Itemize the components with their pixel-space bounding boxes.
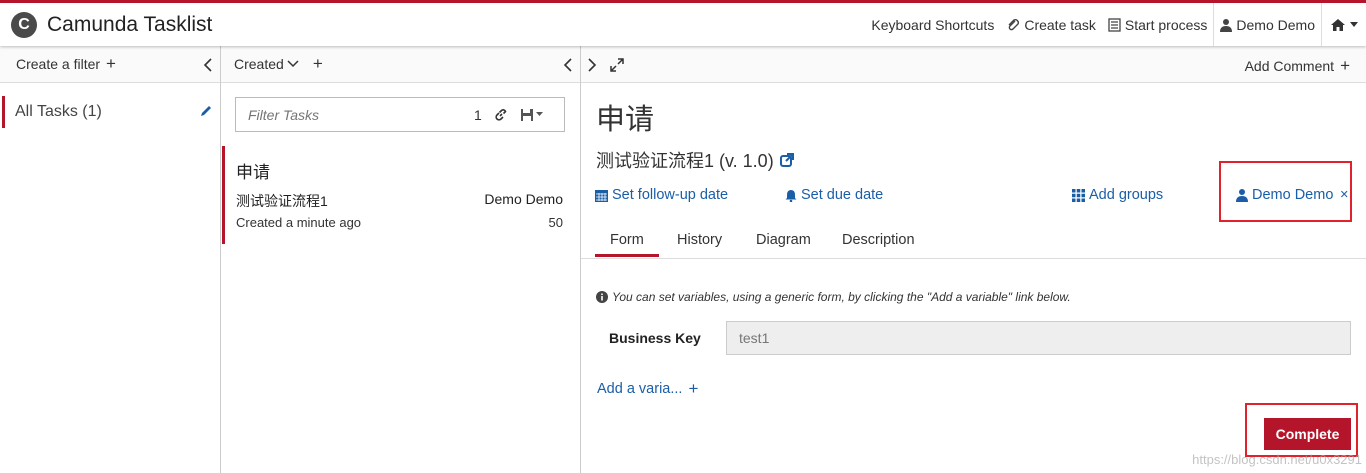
save-icon[interactable] xyxy=(520,108,534,122)
chevron-right-icon[interactable] xyxy=(588,58,597,72)
filters-column: Create a filter + All Tasks (1) xyxy=(0,46,221,473)
detail-tabs: Form History Diagram Description xyxy=(581,222,1366,259)
tab-history[interactable]: History xyxy=(677,232,722,248)
user-name: Demo Demo xyxy=(1236,16,1315,33)
create-filter-label: Create a filter xyxy=(16,56,101,72)
chevron-left-icon[interactable] xyxy=(203,58,212,72)
task-created: Created a minute ago xyxy=(236,215,362,230)
start-process-link[interactable]: Start process xyxy=(1102,3,1213,46)
plus-icon: + xyxy=(106,54,116,73)
task-assignee: Demo Demo xyxy=(484,191,563,207)
user-menu[interactable]: Demo Demo xyxy=(1213,3,1321,46)
plus-icon: + xyxy=(1340,56,1350,75)
top-navbar: C Camunda Tasklist Keyboard Shortcuts Cr… xyxy=(0,0,1366,46)
add-variable-link[interactable]: Add a varia... + xyxy=(597,379,698,399)
create-task-label: Create task xyxy=(1024,16,1096,33)
bell-icon xyxy=(785,189,797,202)
business-key-label: Business Key xyxy=(609,330,701,346)
filter-label: All Tasks (1) xyxy=(15,103,102,120)
watermark: https://blog.csdn.net/u0x3291 xyxy=(1192,452,1362,467)
top-nav: Keyboard Shortcuts Create task Start pro… xyxy=(865,3,1366,46)
task-name: 申请 xyxy=(236,163,270,182)
keyboard-shortcuts-link[interactable]: Keyboard Shortcuts xyxy=(865,3,1000,46)
caret-down-icon xyxy=(1350,21,1358,27)
info-icon xyxy=(596,291,608,303)
start-process-label: Start process xyxy=(1124,16,1208,33)
task-search-box: 1 xyxy=(235,97,565,132)
tab-description[interactable]: Description xyxy=(842,232,915,248)
filter-tasks-input[interactable] xyxy=(236,106,466,123)
add-groups-label: Add groups xyxy=(1089,187,1164,203)
follow-up-label: Set follow-up date xyxy=(612,187,729,203)
set-follow-up-date-link[interactable]: Set follow-up date xyxy=(595,187,728,203)
task-card[interactable]: 申请 测试验证流程1 Demo Demo Created a minute ag… xyxy=(222,146,579,244)
filter-count: 1 xyxy=(474,106,482,123)
keyboard-shortcuts-label: Keyboard Shortcuts xyxy=(871,16,995,33)
list-icon xyxy=(1108,17,1121,32)
external-link-icon[interactable] xyxy=(779,153,794,167)
chevron-down-icon xyxy=(287,60,299,68)
camunda-logo-icon[interactable]: C xyxy=(11,11,37,38)
plus-icon: + xyxy=(688,379,699,398)
tab-diagram[interactable]: Diagram xyxy=(756,232,811,248)
create-task-link[interactable]: Create task xyxy=(1000,3,1102,46)
add-sort-button[interactable]: + xyxy=(313,54,323,74)
hint-text: You can set variables, using a generic f… xyxy=(612,290,1071,304)
home-icon xyxy=(1331,18,1345,31)
process-label: 测试验证流程1 (v. 1.0) xyxy=(596,151,774,171)
pencil-icon[interactable] xyxy=(199,104,213,118)
logo-letter: C xyxy=(18,15,30,33)
add-comment-label: Add Comment xyxy=(1244,58,1335,74)
create-filter-button[interactable]: Create a filter + xyxy=(16,54,116,74)
task-detail-column: Add Comment + 申请 测试验证流程1 (v. 1.0) Set fo… xyxy=(581,46,1366,473)
set-due-date-link[interactable]: Set due date xyxy=(785,187,883,203)
paperclip-icon xyxy=(1008,18,1020,30)
sort-label: Created xyxy=(234,56,284,72)
home-menu[interactable] xyxy=(1321,3,1366,46)
caret-down-icon[interactable] xyxy=(535,112,543,117)
filters-header: Create a filter + xyxy=(0,46,220,83)
assignee-highlight-box xyxy=(1219,161,1352,222)
task-detail-header: Add Comment + xyxy=(581,46,1366,83)
due-date-label: Set due date xyxy=(801,187,884,203)
user-icon xyxy=(1220,18,1233,32)
add-variable-label: Add a varia... xyxy=(597,381,683,397)
app-title[interactable]: Camunda Tasklist xyxy=(47,13,212,37)
expand-icon[interactable] xyxy=(610,58,624,72)
task-priority: 50 xyxy=(548,215,563,230)
business-key-field: test1 xyxy=(726,321,1351,355)
link-icon[interactable] xyxy=(494,108,508,122)
form-hint: You can set variables, using a generic f… xyxy=(596,290,1071,304)
grid-icon xyxy=(1072,188,1085,202)
add-comment-button[interactable]: Add Comment + xyxy=(1245,56,1350,76)
tab-form[interactable]: Form xyxy=(595,232,659,257)
chevron-left-icon[interactable] xyxy=(563,58,572,72)
filter-all-tasks[interactable]: All Tasks (1) xyxy=(2,96,219,128)
sort-dropdown[interactable]: Created xyxy=(234,56,299,72)
add-groups-link[interactable]: Add groups xyxy=(1072,187,1163,203)
task-list-header: Created + xyxy=(221,46,580,83)
task-process: 测试验证流程1 xyxy=(236,193,328,209)
complete-button[interactable]: Complete xyxy=(1264,418,1351,450)
task-list-column: Created + 1 申请 测试验证流程1 Demo Demo Created… xyxy=(221,46,581,473)
process-definition: 测试验证流程1 (v. 1.0) xyxy=(596,147,794,173)
calendar-icon xyxy=(595,189,608,202)
task-title: 申请 xyxy=(596,104,655,136)
